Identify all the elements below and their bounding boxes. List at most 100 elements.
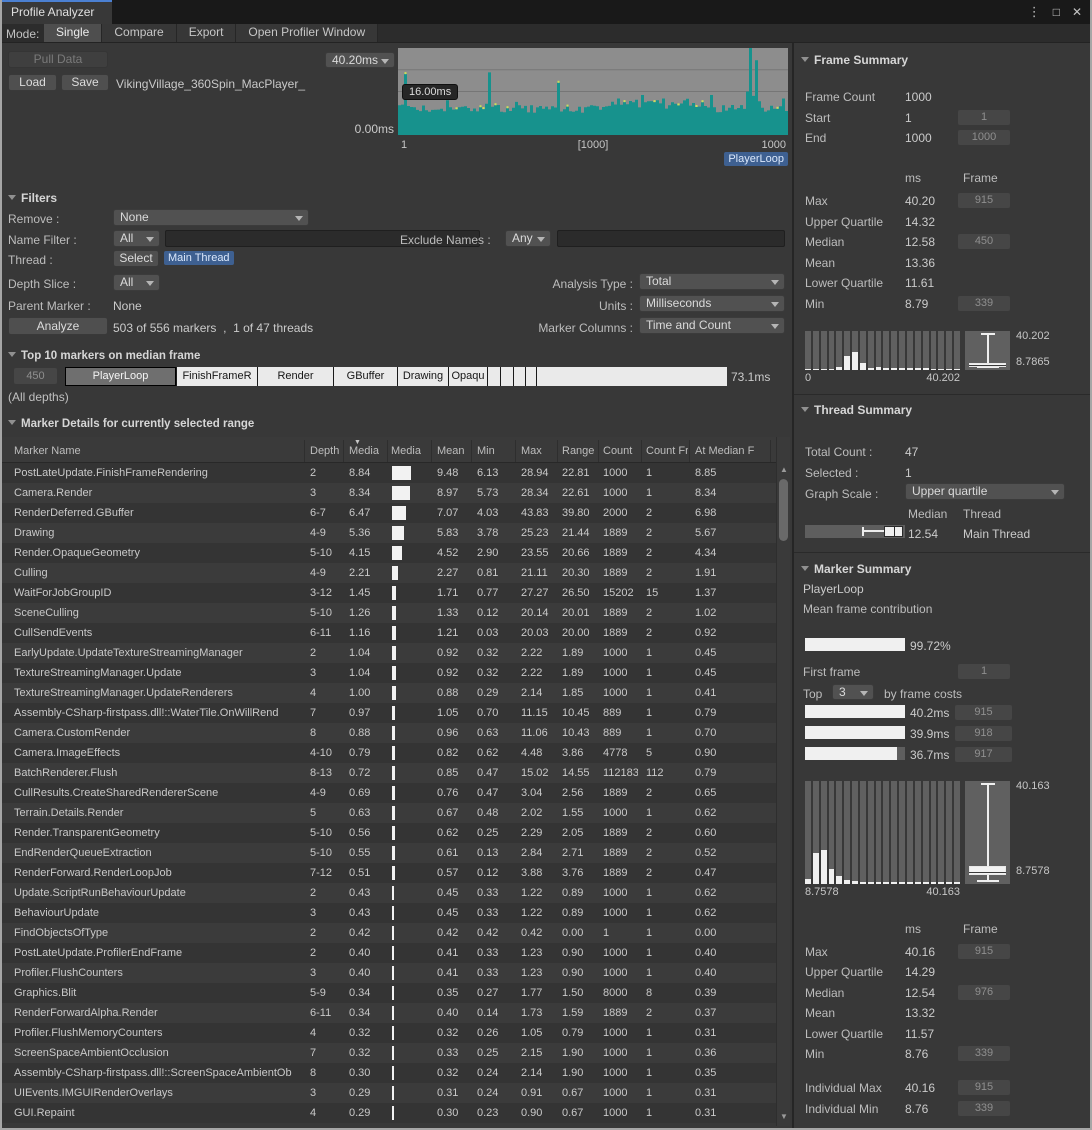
column-header-marker-name[interactable]: Marker Name — [14, 445, 302, 457]
units-dropdown[interactable]: Milliseconds — [639, 295, 785, 312]
table-row[interactable]: Profiler.FlushMemoryCounters40.320.320.2… — [2, 1023, 776, 1043]
column-divider[interactable] — [431, 440, 432, 462]
table-row[interactable]: CullResults.CreateSharedRendererScene4-9… — [2, 783, 776, 803]
table-row[interactable]: UIEvents.IMGUIRenderOverlays30.290.310.2… — [2, 1083, 776, 1103]
filters-section-header[interactable]: Filters — [8, 191, 57, 205]
table-scrollbar[interactable]: ▲ ▼ — [776, 437, 790, 1126]
column-divider[interactable] — [557, 440, 558, 462]
column-divider[interactable] — [689, 440, 690, 462]
column-header-min[interactable]: Min — [477, 445, 517, 457]
table-row[interactable]: RenderForward.RenderLoopJob7-120.510.570… — [2, 863, 776, 883]
top10-segment-drawing[interactable]: Drawing — [398, 367, 449, 386]
top10-segment-gbuffer[interactable]: GBuffer — [334, 367, 398, 386]
column-header-count-fra[interactable]: Count Fra — [646, 445, 688, 457]
column-divider[interactable] — [598, 440, 599, 462]
frame-jump-badge[interactable]: 339 — [958, 296, 1010, 311]
table-row[interactable]: Update.ScriptRunBehaviourUpdate20.430.45… — [2, 883, 776, 903]
details-section-header[interactable]: Marker Details for currently selected ra… — [8, 418, 254, 430]
top10-section-header[interactable]: Top 10 markers on median frame — [8, 350, 200, 362]
marker-columns-dropdown[interactable]: Time and Count — [639, 317, 785, 334]
column-divider[interactable] — [641, 440, 642, 462]
top10-segment-opaqu[interactable]: Opaqu — [449, 367, 488, 386]
exclude-names-input[interactable] — [557, 230, 785, 247]
table-row[interactable]: TextureStreamingManager.Update31.040.920… — [2, 663, 776, 683]
maximize-icon[interactable]: □ — [1053, 4, 1060, 20]
frame-summary-header[interactable]: Frame Summary — [801, 53, 908, 67]
column-divider[interactable] — [515, 440, 516, 462]
scroll-up-icon[interactable]: ▲ — [780, 465, 788, 474]
remove-dropdown[interactable]: None — [113, 209, 309, 226]
column-header-at-median-f[interactable]: At Median F — [695, 445, 765, 457]
top-n-dropdown[interactable]: 3 — [832, 684, 874, 700]
table-row[interactable]: Render.TransparentGeometry5-100.560.620.… — [2, 823, 776, 843]
table-row[interactable]: RenderDeferred.GBuffer6-76.477.074.0343.… — [2, 503, 776, 523]
exclude-mode-dropdown[interactable]: Any — [505, 230, 551, 247]
column-divider[interactable] — [343, 440, 344, 462]
table-row[interactable]: CullSendEvents6-111.161.210.0320.0320.00… — [2, 623, 776, 643]
table-row[interactable]: EarlyUpdate.UpdateTextureStreamingManage… — [2, 643, 776, 663]
frame-jump-badge[interactable]: 339 — [958, 1046, 1010, 1061]
column-divider[interactable] — [304, 440, 305, 462]
frame-jump-badge[interactable]: 918 — [955, 726, 1012, 741]
table-row[interactable]: Assembly-CSharp-firstpass.dll!::WaterTil… — [2, 703, 776, 723]
table-row[interactable]: BatchRenderer.Flush8-130.720.850.4715.02… — [2, 763, 776, 783]
table-row[interactable]: EndRenderQueueExtraction5-100.550.610.13… — [2, 843, 776, 863]
top10-segment-playerloop[interactable]: PlayerLoop — [65, 367, 177, 386]
table-row[interactable]: TextureStreamingManager.UpdateRenderers4… — [2, 683, 776, 703]
load-button[interactable]: Load — [8, 74, 57, 91]
name-filter-mode-dropdown[interactable]: All — [113, 230, 160, 247]
chart-scale-dropdown[interactable]: 40.20ms — [325, 52, 395, 68]
column-header-range[interactable]: Range — [562, 445, 600, 457]
table-row[interactable]: GUI.Repaint40.290.300.230.900.67100010.3… — [2, 1103, 776, 1123]
graph-scale-dropdown[interactable]: Upper quartile — [905, 483, 1065, 500]
table-row[interactable]: FindObjectsOfType20.420.420.420.420.0011… — [2, 923, 776, 943]
frame-jump-badge[interactable]: 976 — [958, 985, 1010, 1000]
table-row[interactable]: PostLateUpdate.FinishFrameRendering28.84… — [2, 463, 776, 483]
table-row[interactable]: WaitForJobGroupID3-121.451.710.7727.2726… — [2, 583, 776, 603]
table-row[interactable]: Camera.CustomRender80.880.960.6311.0610.… — [2, 723, 776, 743]
close-icon[interactable]: ✕ — [1072, 4, 1082, 20]
table-row[interactable]: Camera.ImageEffects4-100.790.820.624.483… — [2, 743, 776, 763]
frame-jump-badge[interactable]: 915 — [955, 705, 1012, 720]
mode-button-open-profiler-window[interactable]: Open Profiler Window — [236, 24, 378, 42]
column-header-count[interactable]: Count — [603, 445, 637, 457]
first-frame-badge[interactable]: 1 — [958, 664, 1010, 679]
frame-jump-badge[interactable]: 917 — [955, 747, 1012, 762]
frame-jump-badge[interactable]: 915 — [958, 193, 1010, 208]
marker-summary-header[interactable]: Marker Summary — [801, 562, 911, 576]
table-row[interactable]: BehaviourUpdate30.430.450.331.220.891000… — [2, 903, 776, 923]
table-row[interactable]: Terrain.Details.Render50.630.670.482.021… — [2, 803, 776, 823]
thread-summary-header[interactable]: Thread Summary — [801, 403, 912, 417]
mode-button-single[interactable]: Single — [44, 24, 102, 42]
save-button[interactable]: Save — [61, 74, 109, 91]
table-row[interactable]: Profiler.FlushCounters30.400.410.331.230… — [2, 963, 776, 983]
table-row[interactable]: Culling4-92.212.270.8121.1120.30188921.9… — [2, 563, 776, 583]
table-row[interactable]: Assembly-CSharp-firstpass.dll!::ScreenSp… — [2, 1063, 776, 1083]
table-row[interactable]: RenderForwardAlpha.Render6-110.340.400.1… — [2, 1003, 776, 1023]
top10-segment-finishframer[interactable]: FinishFrameR — [177, 367, 258, 386]
table-header[interactable]: ▼Marker NameDepthMediaMediaMeanMinMaxRan… — [2, 437, 790, 463]
frame-jump-badge[interactable]: 915 — [958, 944, 1010, 959]
column-header-media[interactable]: Media — [349, 445, 385, 457]
column-header-max[interactable]: Max — [521, 445, 559, 457]
mode-button-compare[interactable]: Compare — [102, 24, 176, 42]
analyze-button[interactable]: Analyze — [8, 317, 108, 335]
column-header-depth[interactable]: Depth — [310, 445, 346, 457]
kebab-menu-icon[interactable]: ⋮ — [1028, 4, 1041, 20]
column-header-mean[interactable]: Mean — [437, 445, 475, 457]
scrollbar-thumb[interactable] — [779, 479, 788, 541]
tab-profile-analyzer[interactable]: Profile Analyzer — [2, 0, 112, 24]
table-row[interactable]: Render.OpaqueGeometry5-104.154.522.9023.… — [2, 543, 776, 563]
table-row[interactable]: SceneCulling5-101.261.330.1220.1420.0118… — [2, 603, 776, 623]
mode-button-export[interactable]: Export — [177, 24, 237, 42]
top10-frame-badge[interactable]: 450 — [14, 368, 57, 384]
frame-jump-badge[interactable]: 1 — [958, 110, 1010, 125]
scroll-down-icon[interactable]: ▼ — [780, 1112, 788, 1121]
table-row[interactable]: Camera.Render38.348.975.7328.3422.611000… — [2, 483, 776, 503]
table-row[interactable]: PostLateUpdate.ProfilerEndFrame20.400.41… — [2, 943, 776, 963]
column-header-media[interactable]: Media — [391, 445, 431, 457]
top10-segment-render[interactable]: Render — [258, 367, 334, 386]
depth-slice-dropdown[interactable]: All — [113, 274, 160, 291]
table-row[interactable]: ScreenSpaceAmbientOcclusion70.320.330.25… — [2, 1043, 776, 1063]
table-row[interactable]: Drawing4-95.365.833.7825.2321.44188925.6… — [2, 523, 776, 543]
